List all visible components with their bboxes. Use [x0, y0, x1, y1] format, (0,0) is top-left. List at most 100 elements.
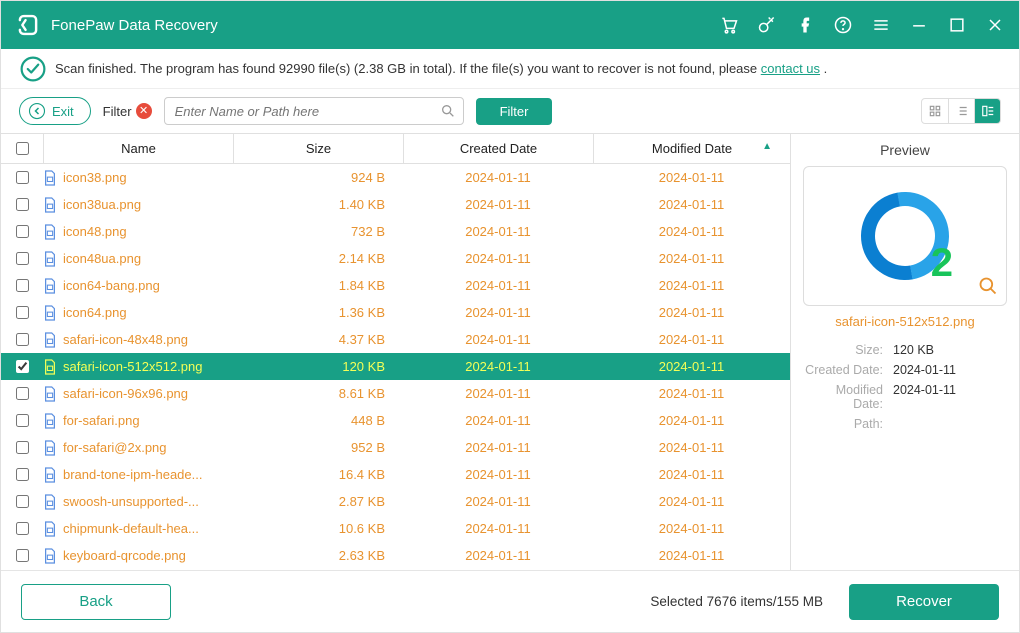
- row-checkbox[interactable]: [16, 252, 29, 265]
- table-row[interactable]: safari-icon-48x48.png4.37 KB2024-01-1120…: [1, 326, 790, 353]
- column-header-name[interactable]: Name: [43, 134, 233, 163]
- row-checkbox[interactable]: [16, 225, 29, 238]
- file-size: 1.40 KB: [233, 197, 403, 212]
- table-row[interactable]: for-safari.png448 B2024-01-112024-01-11: [1, 407, 790, 434]
- view-detail-button[interactable]: [974, 99, 1000, 123]
- column-header-created[interactable]: Created Date: [403, 134, 593, 163]
- row-checkbox[interactable]: [16, 198, 29, 211]
- file-name: for-safari@2x.png: [63, 440, 167, 455]
- table-row[interactable]: chipmunk-default-hea...10.6 KB2024-01-11…: [1, 515, 790, 542]
- file-name: keyboard-qrcode.png: [63, 548, 186, 563]
- table-row[interactable]: safari-icon-96x96.png8.61 KB2024-01-1120…: [1, 380, 790, 407]
- row-checkbox[interactable]: [16, 387, 29, 400]
- row-checkbox[interactable]: [16, 279, 29, 292]
- row-checkbox[interactable]: [16, 171, 29, 184]
- file-size: 924 B: [233, 170, 403, 185]
- exit-button[interactable]: Exit: [19, 97, 91, 125]
- checkmark-icon: [19, 55, 47, 83]
- row-checkbox[interactable]: [16, 549, 29, 562]
- file-modified: 2024-01-11: [593, 548, 790, 563]
- view-grid-button[interactable]: [922, 99, 948, 123]
- table-row[interactable]: icon38ua.png1.40 KB2024-01-112024-01-11: [1, 191, 790, 218]
- table-row[interactable]: icon48ua.png2.14 KB2024-01-112024-01-11: [1, 245, 790, 272]
- file-name: icon48ua.png: [63, 251, 141, 266]
- file-icon: [43, 440, 57, 456]
- table-row[interactable]: keyboard-qrcode.png2.63 KB2024-01-112024…: [1, 542, 790, 569]
- row-checkbox[interactable]: [16, 414, 29, 427]
- column-header-modified[interactable]: Modified Date ▲: [593, 134, 790, 163]
- table-row[interactable]: for-safari@2x.png952 B2024-01-112024-01-…: [1, 434, 790, 461]
- scan-status: Scan finished. The program has found 929…: [1, 49, 1019, 89]
- back-button[interactable]: Back: [21, 584, 171, 620]
- file-name: icon38ua.png: [63, 197, 141, 212]
- table-row[interactable]: icon38.png924 B2024-01-112024-01-11: [1, 164, 790, 191]
- clear-filter-icon[interactable]: ✕: [136, 103, 152, 119]
- row-checkbox[interactable]: [16, 333, 29, 346]
- file-created: 2024-01-11: [403, 386, 593, 401]
- row-checkbox[interactable]: [16, 495, 29, 508]
- preview-thumbnail: 2: [803, 166, 1007, 306]
- recover-button[interactable]: Recover: [849, 584, 999, 620]
- table-row[interactable]: icon64.png1.36 KB2024-01-112024-01-11: [1, 299, 790, 326]
- row-checkbox[interactable]: [16, 441, 29, 454]
- file-modified: 2024-01-11: [593, 440, 790, 455]
- file-modified: 2024-01-11: [593, 170, 790, 185]
- file-created: 2024-01-11: [403, 278, 593, 293]
- file-modified: 2024-01-11: [593, 521, 790, 536]
- search-icon[interactable]: [440, 103, 456, 119]
- maximize-button[interactable]: [947, 15, 967, 35]
- view-list-button[interactable]: [948, 99, 974, 123]
- file-size: 1.36 KB: [233, 305, 403, 320]
- contact-us-link[interactable]: contact us: [761, 61, 820, 76]
- file-size: 2.63 KB: [233, 548, 403, 563]
- filter-button[interactable]: Filter: [476, 98, 553, 125]
- row-checkbox[interactable]: [16, 360, 29, 373]
- file-modified: 2024-01-11: [593, 413, 790, 428]
- select-all-checkbox[interactable]: [16, 142, 29, 155]
- file-created: 2024-01-11: [403, 251, 593, 266]
- facebook-icon[interactable]: [795, 15, 815, 35]
- sort-indicator-icon: ▲: [762, 141, 772, 152]
- help-icon[interactable]: [833, 15, 853, 35]
- key-icon[interactable]: [757, 15, 777, 35]
- table-row[interactable]: brand-tone-ipm-heade...16.4 KB2024-01-11…: [1, 461, 790, 488]
- file-name: icon64.png: [63, 305, 127, 320]
- file-modified: 2024-01-11: [593, 197, 790, 212]
- table-header: Name Size Created Date Modified Date ▲: [1, 134, 790, 164]
- search-input[interactable]: [164, 97, 464, 125]
- file-size: 16.4 KB: [233, 467, 403, 482]
- file-icon: [43, 548, 57, 564]
- file-modified: 2024-01-11: [593, 386, 790, 401]
- row-checkbox[interactable]: [16, 306, 29, 319]
- search-box: [164, 97, 464, 125]
- app-logo-icon: [15, 12, 41, 38]
- preview-modified-value: 2024-01-11: [893, 383, 1007, 411]
- table-row[interactable]: icon48.png732 B2024-01-112024-01-11: [1, 218, 790, 245]
- file-created: 2024-01-11: [403, 359, 593, 374]
- file-size: 2.14 KB: [233, 251, 403, 266]
- minimize-button[interactable]: [909, 15, 929, 35]
- file-name: safari-icon-48x48.png: [63, 332, 188, 347]
- table-row[interactable]: swoosh-unsupported-...2.87 KB2024-01-112…: [1, 488, 790, 515]
- table-row[interactable]: icon64-bang.png1.84 KB2024-01-112024-01-…: [1, 272, 790, 299]
- row-checkbox[interactable]: [16, 522, 29, 535]
- zoom-icon[interactable]: [978, 276, 998, 299]
- menu-icon[interactable]: [871, 15, 891, 35]
- cart-icon[interactable]: [719, 15, 739, 35]
- file-created: 2024-01-11: [403, 170, 593, 185]
- close-button[interactable]: [985, 15, 1005, 35]
- file-name: swoosh-unsupported-...: [63, 494, 199, 509]
- preview-heading: Preview: [803, 142, 1007, 158]
- table-row[interactable]: safari-icon-512x512.png120 KB2024-01-112…: [1, 353, 790, 380]
- toolbar: Exit Filter ✕ Filter: [1, 89, 1019, 133]
- file-name: for-safari.png: [63, 413, 140, 428]
- footer: Back Selected 7676 items/155 MB Recover: [1, 570, 1019, 632]
- preview-created-value: 2024-01-11: [893, 363, 1007, 377]
- file-modified: 2024-01-11: [593, 359, 790, 374]
- row-checkbox[interactable]: [16, 468, 29, 481]
- column-header-size[interactable]: Size: [233, 134, 403, 163]
- file-icon: [43, 467, 57, 483]
- file-name: brand-tone-ipm-heade...: [63, 467, 202, 482]
- preview-size-value: 120 KB: [893, 343, 1007, 357]
- file-icon: [43, 413, 57, 429]
